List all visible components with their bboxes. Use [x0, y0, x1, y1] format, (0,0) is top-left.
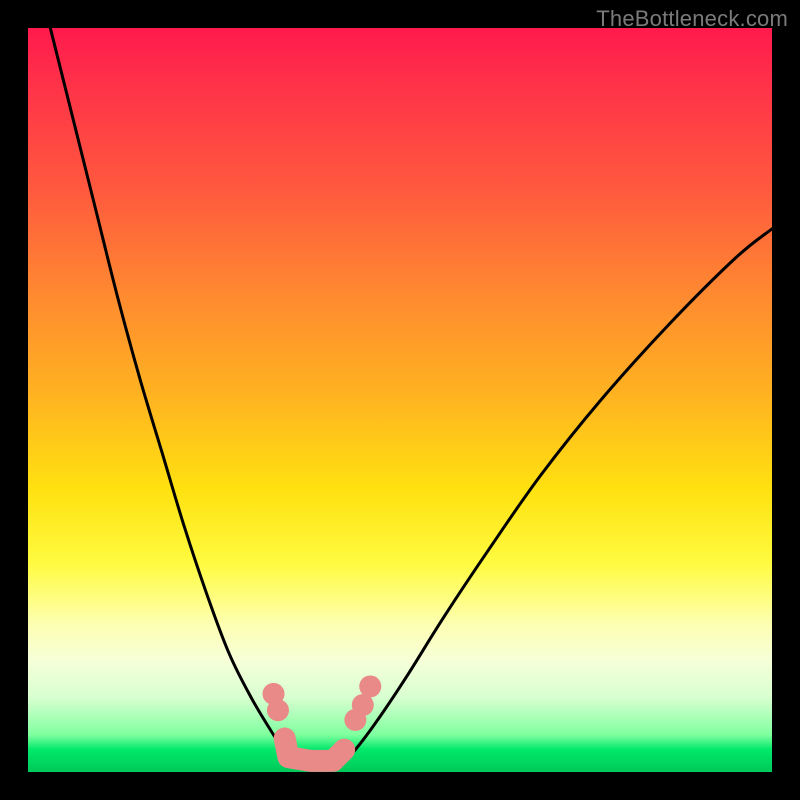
chart-frame: TheBottleneck.com: [0, 0, 800, 800]
curve-left-curve: [50, 28, 296, 765]
bottom-sausage: [285, 739, 345, 761]
curves-group: [50, 28, 772, 765]
chart-svg: [28, 28, 772, 772]
markers-group: [263, 675, 382, 760]
curve-right-curve: [340, 229, 772, 765]
left-dot-lower: [267, 699, 289, 721]
watermark-text: TheBottleneck.com: [596, 6, 788, 32]
plot-area: [28, 28, 772, 772]
right-dot-3: [359, 675, 381, 697]
